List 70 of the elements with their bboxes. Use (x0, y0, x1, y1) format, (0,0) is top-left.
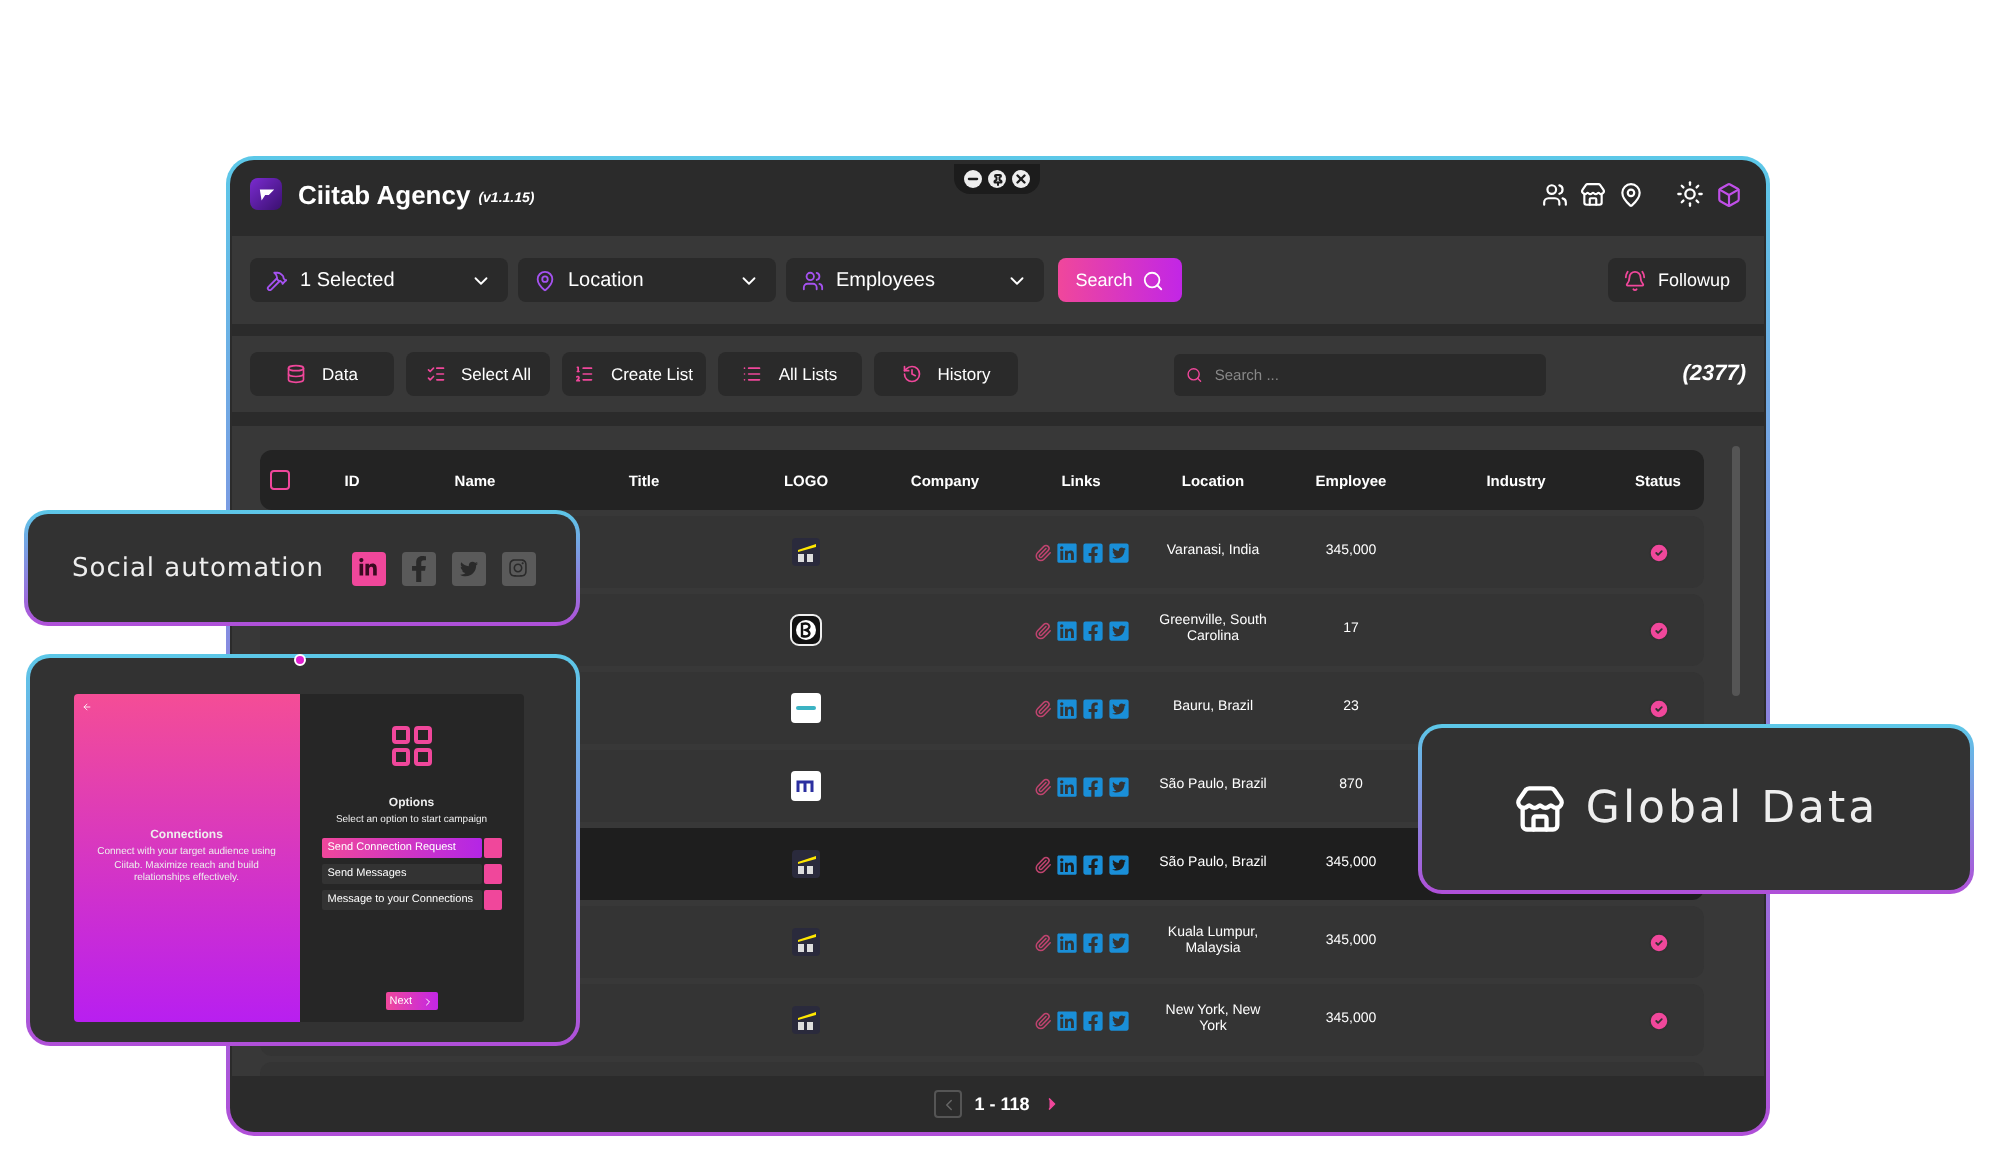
paperclip-icon[interactable] (1033, 855, 1051, 873)
toolbar-button[interactable]: Create List (562, 352, 706, 396)
facebook-icon[interactable] (1081, 541, 1103, 563)
paperclip-icon[interactable] (1033, 1011, 1051, 1029)
twitter-icon[interactable] (1107, 697, 1129, 719)
location-icon (534, 269, 556, 291)
twitter-icon[interactable] (1107, 853, 1129, 875)
twitter-icon[interactable] (1107, 619, 1129, 641)
followup-button[interactable]: Followup (1607, 258, 1746, 302)
bell-icon (1623, 269, 1646, 291)
facebook-icon[interactable] (1081, 1009, 1103, 1031)
linkedin-icon[interactable] (1055, 697, 1077, 719)
create-icon (574, 364, 595, 384)
facebook-icon[interactable] (1081, 697, 1103, 719)
grid-icon (387, 722, 436, 770)
industry-icon (266, 269, 288, 291)
location-pin-icon[interactable] (1618, 181, 1644, 207)
pin-icon[interactable] (988, 170, 1006, 188)
store-icon[interactable] (1580, 181, 1606, 207)
facebook-icon[interactable] (1081, 775, 1103, 797)
search-button[interactable]: Search (1058, 258, 1182, 302)
facebook-icon[interactable] (401, 551, 436, 585)
store-icon (1513, 783, 1566, 835)
window-title: Ciitab Agency (298, 179, 471, 209)
cube-icon[interactable] (1716, 181, 1742, 207)
close-icon[interactable] (1012, 170, 1030, 188)
facebook-icon[interactable] (1081, 619, 1103, 641)
toolbar-button[interactable]: All Lists (718, 352, 862, 396)
instagram-icon[interactable] (501, 551, 536, 585)
twitter-icon[interactable] (1107, 775, 1129, 797)
sun-icon[interactable] (1676, 180, 1704, 208)
minimize-icon[interactable] (964, 170, 982, 188)
linkedin-icon[interactable] (1055, 931, 1077, 953)
linkedin-icon[interactable] (1055, 775, 1077, 797)
twitter-icon[interactable] (1107, 1009, 1129, 1031)
users-icon[interactable] (1542, 181, 1568, 207)
paperclip-icon[interactable] (1033, 777, 1051, 795)
facebook-icon[interactable] (1081, 931, 1103, 953)
paperclip-icon[interactable] (1033, 699, 1051, 717)
filter-dropdown[interactable]: Employees (786, 258, 1044, 302)
search-icon (1142, 269, 1165, 291)
linkedin-icon[interactable] (351, 551, 386, 585)
record-count: (2377) (1682, 362, 1746, 386)
filter-dropdown[interactable]: 1 Selected (250, 258, 508, 302)
history-icon (901, 364, 922, 384)
select-all-checkbox[interactable] (270, 470, 290, 490)
linkedin-icon[interactable] (1055, 1009, 1077, 1031)
linkedin-icon[interactable] (1055, 541, 1077, 563)
linkedin-icon[interactable] (1055, 619, 1077, 641)
lists-icon (742, 364, 763, 384)
filter-dropdown[interactable]: Location (518, 258, 776, 302)
paperclip-icon[interactable] (1033, 933, 1051, 951)
page-range: 1 - 118 (974, 1094, 1030, 1114)
select-icon (425, 364, 446, 384)
app-logo (250, 178, 282, 210)
paperclip-icon[interactable] (1033, 543, 1051, 561)
linkedin-icon[interactable] (1055, 853, 1077, 875)
data-icon (286, 364, 307, 384)
chevron-right-icon (421, 995, 434, 1007)
toolbar-button[interactable]: History (874, 352, 1018, 396)
twitter-icon[interactable] (1107, 931, 1129, 953)
paperclip-icon[interactable] (1033, 621, 1051, 639)
back-arrow-icon[interactable] (82, 702, 92, 712)
toolbar-button[interactable]: Data (250, 352, 394, 396)
employees-icon (802, 269, 824, 291)
twitter-icon[interactable] (451, 551, 486, 585)
toolbar-button[interactable]: Select All (406, 352, 550, 396)
search-icon (1186, 365, 1203, 383)
facebook-icon[interactable] (1081, 853, 1103, 875)
twitter-icon[interactable] (1107, 541, 1129, 563)
